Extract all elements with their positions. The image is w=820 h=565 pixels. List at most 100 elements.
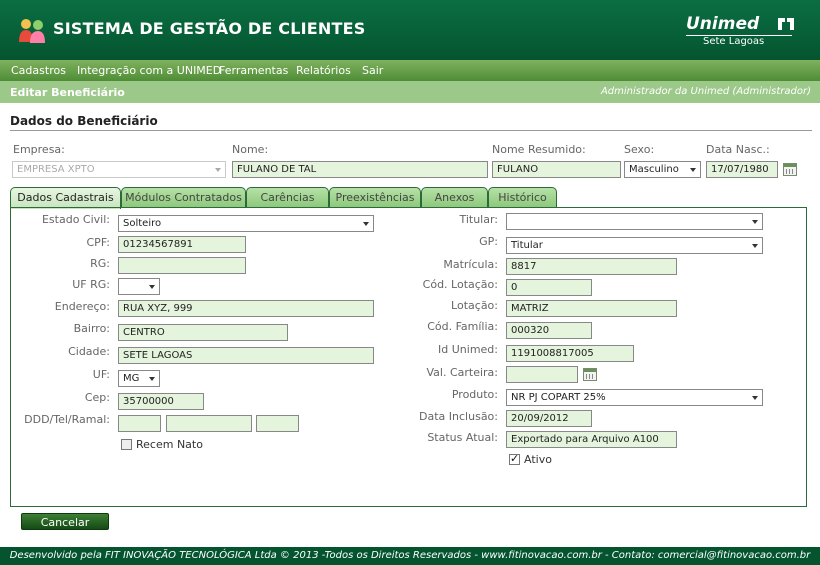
- sexo-value: Masculino: [629, 164, 679, 175]
- estado-civil-value: Solteiro: [123, 218, 162, 229]
- logged-user: Administrador da Unimed (Administrador): [600, 86, 811, 97]
- estado-civil-label: Estado Civil:: [41, 213, 110, 226]
- produto-select[interactable]: NR PJ COPART 25%: [506, 389, 763, 406]
- gp-value: Titular: [511, 240, 543, 251]
- cancel-button[interactable]: Cancelar: [21, 513, 109, 530]
- app-title: SISTEMA DE GESTÃO DE CLIENTES: [53, 19, 366, 38]
- chevron-down-icon: [363, 222, 369, 226]
- empresa-label: Empresa:: [13, 143, 65, 156]
- ramal-input[interactable]: [256, 415, 299, 432]
- footer: Desenvolvido pela FIT INOVAÇÃO TECNOLÓGI…: [0, 547, 820, 565]
- unimed-logo-icon: [778, 18, 794, 30]
- main-menu: Cadastros Integração com a UNIMED Ferram…: [0, 60, 820, 81]
- empresa-value: EMPRESA XPTO: [17, 164, 95, 175]
- unimed-logo: Unimed Sete Lagoas: [686, 14, 796, 50]
- chevron-down-icon: [149, 377, 155, 381]
- ddd-input[interactable]: [118, 415, 161, 432]
- menu-item-integracao[interactable]: Integração com a UNIMED: [77, 64, 221, 77]
- matricula-label: Matrícula:: [443, 258, 498, 271]
- data-inclusao-input[interactable]: 20/09/2012: [506, 410, 592, 427]
- data-nasc-input[interactable]: 17/07/1980: [706, 161, 778, 178]
- uf-rg-label: UF RG:: [72, 278, 110, 291]
- section-title: Dados do Beneficiário: [10, 114, 158, 128]
- lotacao-label: Lotação:: [451, 299, 498, 312]
- tab-historico[interactable]: Histórico: [488, 187, 557, 208]
- menu-item-ferramentas[interactable]: Ferramentas: [219, 64, 288, 77]
- cpf-input[interactable]: 01234567891: [118, 236, 246, 253]
- bairro-input[interactable]: CENTRO: [118, 324, 288, 341]
- data-inclusao-label: Data Inclusão:: [419, 410, 498, 423]
- tab-anexos[interactable]: Anexos: [421, 187, 488, 208]
- nome-input[interactable]: FULANO DE TAL: [232, 161, 488, 178]
- app-header: SISTEMA DE GESTÃO DE CLIENTES Unimed Set…: [0, 0, 820, 60]
- brand-subtitle: Sete Lagoas: [703, 36, 765, 47]
- cidade-input[interactable]: SETE LAGOAS: [118, 347, 374, 364]
- recem-nato-label: Recem Nato: [136, 438, 203, 451]
- uf-value: MG: [123, 373, 140, 384]
- endereco-label: Endereço:: [54, 300, 110, 313]
- page-bar: Editar Beneficiário Administrador da Uni…: [0, 81, 820, 103]
- cidade-label: Cidade:: [68, 345, 110, 358]
- chevron-down-icon: [690, 168, 696, 172]
- brand-name: Unimed: [686, 14, 760, 34]
- estado-civil-select[interactable]: Solteiro: [118, 215, 374, 232]
- recem-nato-checkbox[interactable]: [121, 439, 132, 450]
- uf-label: UF:: [92, 368, 110, 381]
- endereco-input[interactable]: RUA XYZ, 999: [118, 300, 374, 317]
- cpf-label: CPF:: [86, 236, 111, 249]
- rg-input[interactable]: [118, 257, 246, 274]
- val-carteira-label: Val. Carteira:: [426, 366, 498, 379]
- rg-label: RG:: [90, 257, 110, 270]
- bairro-label: Bairro:: [73, 322, 110, 335]
- gp-select[interactable]: Titular: [506, 237, 763, 254]
- calendar-icon[interactable]: [783, 163, 797, 176]
- nome-label: Nome:: [232, 143, 269, 156]
- chevron-down-icon: [215, 168, 221, 172]
- tab-carencias[interactable]: Carências: [246, 187, 329, 208]
- status-atual-label: Status Atual:: [427, 431, 498, 444]
- uf-select[interactable]: MG: [118, 370, 160, 387]
- page-title: Editar Beneficiário: [10, 86, 125, 99]
- chevron-down-icon: [149, 285, 155, 289]
- cep-label: Cep:: [84, 391, 110, 404]
- produto-label: Produto:: [451, 388, 498, 401]
- tab-modulos-contratados[interactable]: Módulos Contratados: [121, 187, 246, 208]
- chevron-down-icon: [752, 396, 758, 400]
- val-carteira-input[interactable]: [506, 366, 578, 383]
- titular-select[interactable]: [506, 213, 763, 230]
- menu-item-relatorios[interactable]: Relatórios: [296, 64, 351, 77]
- cod-lotacao-input[interactable]: 0: [506, 279, 592, 296]
- nome-resumido-input[interactable]: FULANO: [492, 161, 621, 178]
- id-unimed-input[interactable]: 1191008817005: [506, 345, 634, 362]
- ativo-label: Ativo: [524, 453, 552, 466]
- people-icon: [19, 19, 45, 43]
- titular-label: Titular:: [459, 213, 498, 226]
- cod-lotacao-label: Cód. Lotação:: [422, 278, 498, 291]
- chevron-down-icon: [752, 244, 758, 248]
- cod-familia-label: Cód. Família:: [427, 320, 498, 333]
- nome-resumido-label: Nome Resumido:: [492, 143, 586, 156]
- produto-value: NR PJ COPART 25%: [511, 392, 606, 403]
- tab-dados-cadastrais[interactable]: Dados Cadastrais: [10, 187, 121, 209]
- ativo-checkbox[interactable]: [509, 452, 520, 465]
- data-nasc-label: Data Nasc.:: [706, 143, 770, 156]
- telefone-input[interactable]: [166, 415, 252, 432]
- telefone-label: DDD/Tel/Ramal:: [24, 413, 110, 426]
- cep-input[interactable]: 35700000: [118, 393, 204, 410]
- calendar-icon[interactable]: [583, 368, 597, 381]
- matricula-input[interactable]: 8817: [506, 258, 677, 275]
- empresa-select: EMPRESA XPTO: [12, 161, 226, 178]
- tab-preexistencias[interactable]: Preexistências: [329, 187, 421, 208]
- section-divider: [10, 130, 812, 131]
- chevron-down-icon: [752, 220, 758, 224]
- lotacao-input[interactable]: MATRIZ: [506, 300, 677, 317]
- menu-item-sair[interactable]: Sair: [362, 64, 383, 77]
- sexo-select[interactable]: Masculino: [624, 161, 701, 178]
- uf-rg-select[interactable]: [118, 278, 160, 295]
- cod-familia-input[interactable]: 000320: [506, 322, 592, 339]
- id-unimed-label: Id Unimed:: [438, 343, 498, 356]
- gp-label: GP:: [479, 235, 498, 248]
- menu-item-cadastros[interactable]: Cadastros: [11, 64, 66, 77]
- status-atual-input[interactable]: Exportado para Arquivo A100: [506, 431, 677, 448]
- sexo-label: Sexo:: [624, 143, 655, 156]
